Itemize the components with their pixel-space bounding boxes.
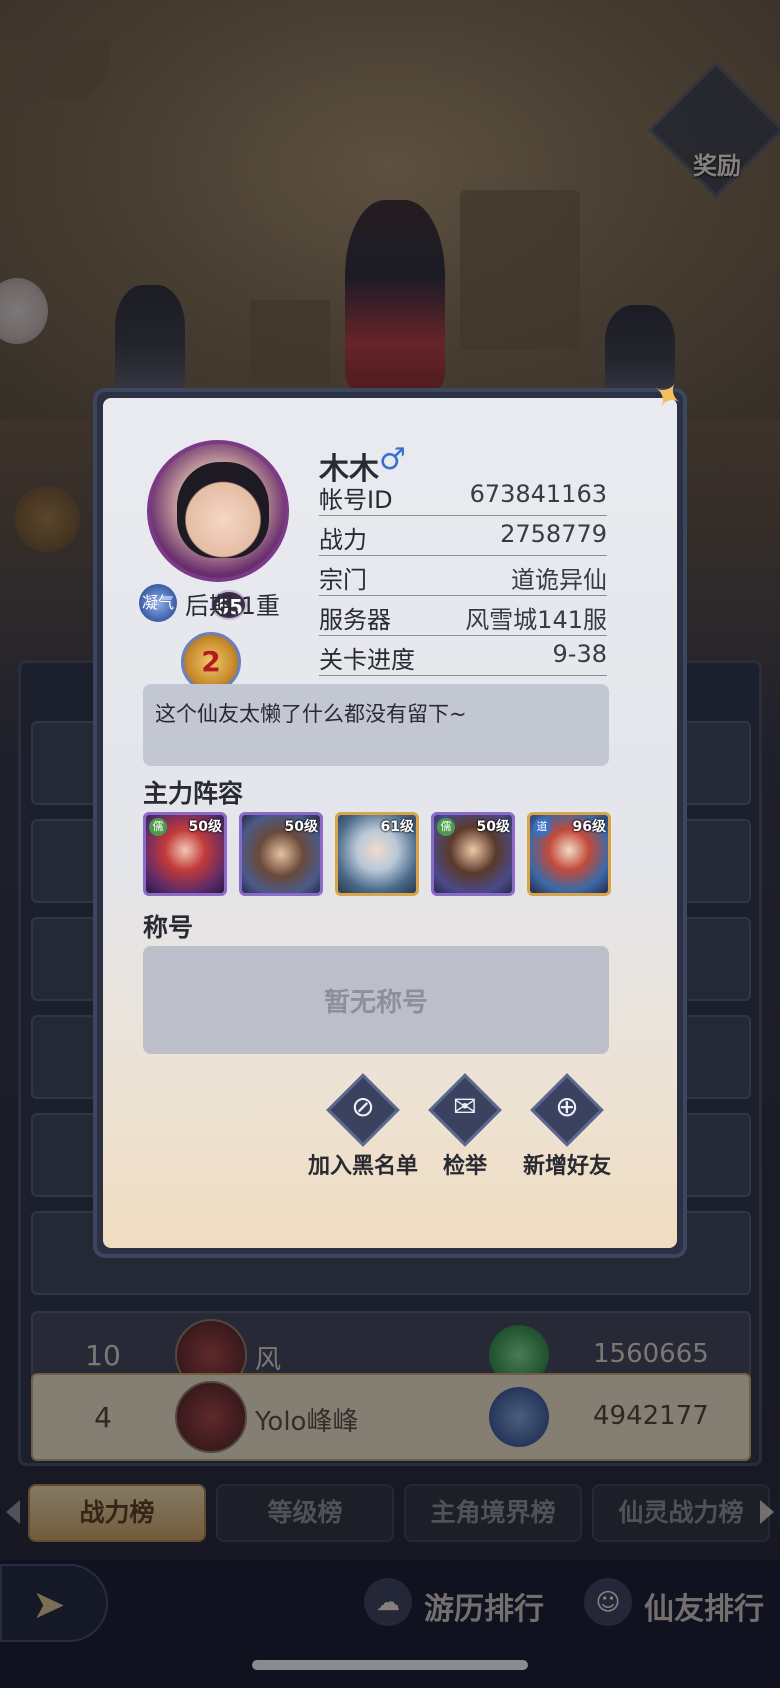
info-value: 风雪城141服 — [465, 606, 607, 634]
lineup-hero-card[interactable]: 道 96级 — [527, 812, 611, 896]
info-row-server: 服务器 风雪城141服 — [319, 598, 607, 636]
info-row-account-id: 帐号ID 673841163 — [319, 478, 607, 516]
male-gender-icon: ♂ — [379, 442, 406, 477]
hero-class-tag: 儒 — [437, 818, 455, 836]
info-label: 关卡进度 — [319, 646, 415, 674]
lineup-hero-card[interactable]: 50级 — [239, 812, 323, 896]
lineup-hero-card[interactable]: 61级 — [335, 812, 419, 896]
add-friend-icon: ⊕ — [555, 1090, 579, 1123]
lineup-heading: 主力阵容 — [143, 779, 244, 808]
info-value: 9-38 — [552, 640, 607, 668]
block-icon: ⊘ — [351, 1090, 375, 1123]
hero-level: 61级 — [380, 819, 414, 835]
signature-box: 这个仙友太懒了什么都没有留下~ — [143, 684, 609, 766]
avatar: 65 — [147, 440, 289, 620]
info-row-sect: 宗门 道诡异仙 — [319, 558, 607, 596]
info-row-power: 战力 2758779 — [319, 518, 607, 556]
info-value: 2758779 — [500, 520, 607, 548]
player-portrait — [177, 462, 269, 558]
info-label: 服务器 — [319, 606, 391, 634]
lineup-hero-card[interactable]: 儒 50级 — [431, 812, 515, 896]
info-label: 宗门 — [319, 566, 367, 594]
hero-level: 50级 — [284, 819, 318, 835]
info-value: 道诡异仙 — [511, 566, 607, 594]
mail-icon: ✉ — [453, 1090, 477, 1123]
player-profile-dialog: 65 凝气 后期.1重 2 木木 ♂ 帐号ID 673841163 战力 275… — [93, 388, 687, 1258]
lineup-hero-card[interactable]: 儒 50级 — [143, 812, 227, 896]
hero-class-tag: 儒 — [149, 818, 167, 836]
player-realm: 后期.1重 — [185, 592, 280, 620]
titles-box: 暂无称号 — [143, 946, 609, 1054]
no-title-text: 暂无称号 — [323, 988, 428, 1018]
signature-text: 这个仙友太懒了什么都没有留下~ — [155, 702, 467, 726]
rank-emblem-number: 2 — [181, 632, 241, 692]
hero-class-tag: 道 — [533, 818, 551, 836]
add-friend-button[interactable]: ⊕ 新增好友 — [515, 1073, 625, 1188]
profile-card: 65 凝气 后期.1重 2 木木 ♂ 帐号ID 673841163 战力 275… — [103, 398, 677, 1248]
action-label: 新增好友 — [522, 1154, 611, 1179]
hero-level: 50级 — [188, 819, 222, 835]
hero-level: 96级 — [572, 819, 606, 835]
realm-icon: 凝气 — [139, 584, 177, 622]
info-value: 673841163 — [469, 480, 607, 508]
titles-heading: 称号 — [143, 913, 194, 942]
info-row-stage-progress: 关卡进度 9-38 — [319, 638, 607, 676]
hero-level: 50级 — [476, 819, 510, 835]
info-label: 战力 — [319, 526, 367, 554]
info-label: 帐号ID — [319, 486, 393, 514]
